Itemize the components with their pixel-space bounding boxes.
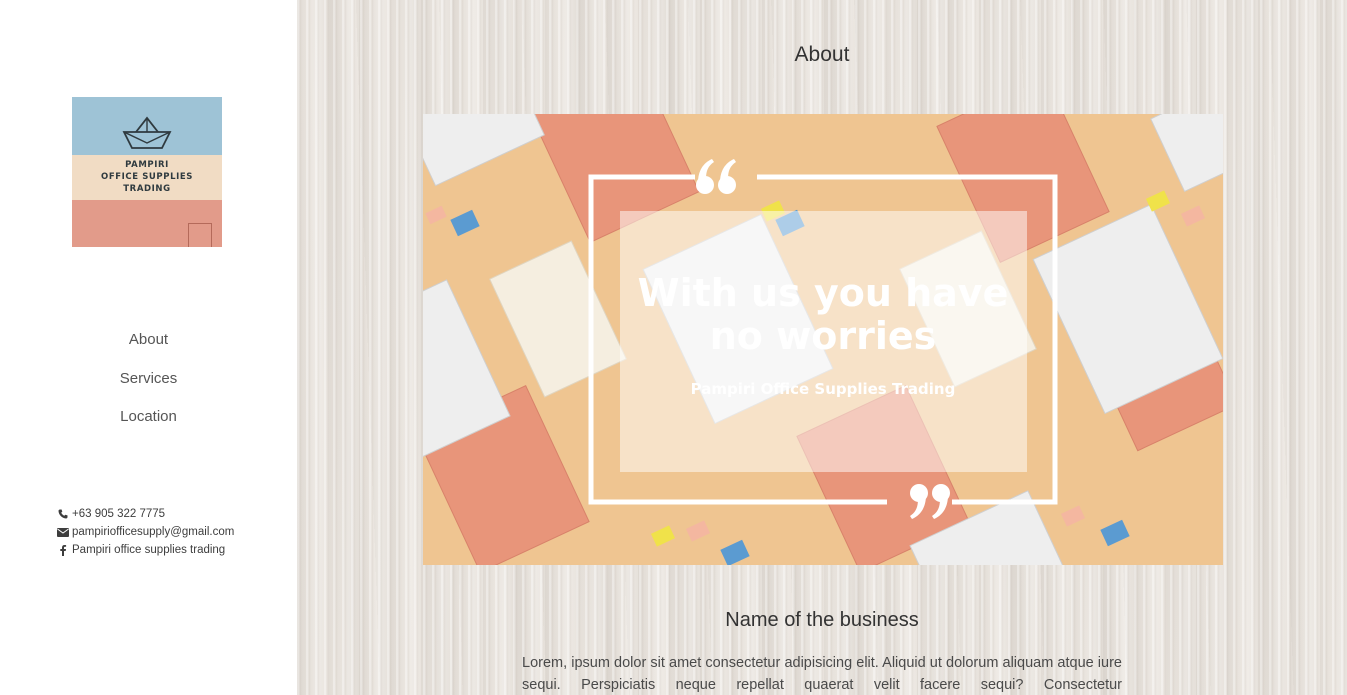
nav-item-services[interactable]: Services [0, 367, 297, 406]
logo-door-shape [188, 223, 212, 247]
quote-open-icon [696, 159, 736, 194]
page-title: About [794, 43, 850, 66]
logo-text: PAMPIRI OFFICE SUPPLIES TRADING [72, 159, 222, 195]
phone-number: +63 905 322 7775 [72, 508, 166, 520]
nav-item-about[interactable]: About [0, 328, 297, 367]
banner-subline: Pampiri Office Supplies Trading [690, 380, 956, 398]
hero-banner: With us you have no worries Pampiri Offi… [423, 114, 1223, 565]
facebook-icon [60, 544, 67, 556]
contact-info: +63 905 322 7775 pampiriofficesupply@gma… [57, 505, 234, 559]
paper-boat-icon [122, 116, 172, 149]
logo-line: PAMPIRI [125, 160, 169, 170]
sidebar: PAMPIRI OFFICE SUPPLIES TRADING About Se… [0, 0, 297, 695]
contact-facebook[interactable]: Pampiri office supplies trading [57, 541, 234, 559]
main-content: About With us you have no worries Pampir… [297, 0, 1347, 695]
banner-headline-line: With us you have [637, 271, 1009, 315]
brand-logo[interactable]: PAMPIRI OFFICE SUPPLIES TRADING [72, 97, 222, 247]
contact-phone[interactable]: +63 905 322 7775 [57, 505, 234, 523]
logo-line: TRADING [123, 184, 171, 194]
business-name-heading: Name of the business [725, 609, 919, 631]
envelope-icon [57, 527, 69, 537]
banner-headline: With us you have no worries [423, 272, 1223, 358]
nav-item-location[interactable]: Location [0, 405, 297, 444]
facebook-page: Pampiri office supplies trading [72, 544, 226, 556]
banner-headline-line: no worries [709, 314, 937, 358]
phone-icon [58, 509, 68, 519]
about-paragraph: Lorem, ipsum dolor sit amet consectetur … [522, 655, 1122, 693]
quote-close-icon [910, 484, 950, 519]
sidebar-nav: About Services Location [0, 328, 297, 444]
logo-line: OFFICE SUPPLIES [101, 172, 193, 182]
email-address: pampiriofficesupply@gmail.com [72, 526, 235, 538]
page: PAMPIRI OFFICE SUPPLIES TRADING About Se… [0, 0, 1347, 695]
contact-email[interactable]: pampiriofficesupply@gmail.com [57, 523, 234, 541]
